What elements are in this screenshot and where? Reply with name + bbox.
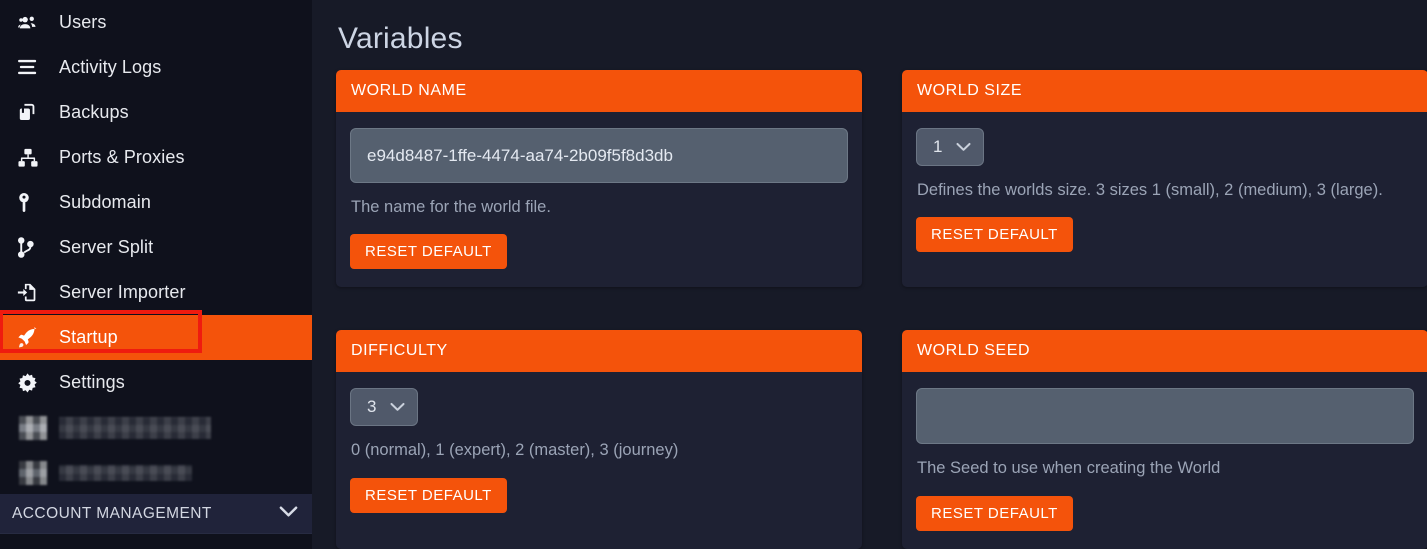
sidebar-item-label: Backups [59, 102, 129, 123]
sidebar-item-label: Activity Logs [59, 57, 161, 78]
redacted-block [19, 416, 47, 440]
card-title: WORLD SEED [902, 330, 1427, 372]
sidebar: Users Activity Logs [0, 0, 312, 549]
variables-grid: WORLD NAME The name for the world file. … [336, 70, 1421, 549]
variable-card-world-size: WORLD SIZE 1 Defines the worlds size. 3 … [902, 70, 1427, 287]
redacted-label [59, 465, 192, 481]
main-content: Variables WORLD NAME The name for the wo… [312, 0, 1427, 549]
sidebar-item-settings[interactable]: Settings [0, 360, 312, 405]
account-management-label: ACCOUNT MANAGEMENT [12, 505, 212, 523]
sidebar-footer [0, 533, 312, 549]
users-icon [17, 12, 47, 34]
card-body: The Seed to use when creating the World … [902, 372, 1427, 548]
page-title: Variables [338, 22, 1421, 56]
card-help-text: Defines the worlds size. 3 sizes 1 (smal… [917, 179, 1414, 202]
chevron-down-icon [956, 142, 971, 152]
reset-default-button[interactable]: RESET DEFAULT [916, 217, 1073, 252]
card-body: 1 Defines the worlds size. 3 sizes 1 (sm… [902, 112, 1427, 270]
account-management-section[interactable]: ACCOUNT MANAGEMENT [0, 494, 312, 533]
sidebar-nav: Users Activity Logs [0, 0, 312, 494]
variable-card-world-name: WORLD NAME The name for the world file. … [336, 70, 862, 287]
select-value: 3 [367, 397, 376, 417]
rocket-icon [17, 327, 47, 349]
list-lines-icon [17, 57, 47, 79]
reset-default-button[interactable]: RESET DEFAULT [350, 478, 507, 513]
code-branch-icon [17, 237, 47, 259]
card-body: 3 0 (normal), 1 (expert), 2 (master), 3 … [336, 372, 862, 530]
sidebar-item-startup[interactable]: Startup [0, 315, 312, 360]
variable-card-world-seed: WORLD SEED The Seed to use when creating… [902, 330, 1427, 548]
world-seed-input[interactable] [916, 388, 1414, 444]
card-help-text: The Seed to use when creating the World [917, 457, 1414, 480]
card-title: DIFFICULTY [336, 330, 862, 372]
sidebar-item-server-importer[interactable]: Server Importer [0, 270, 312, 315]
card-body: The name for the world file. RESET DEFAU… [336, 112, 862, 287]
sidebar-item-label: Ports & Proxies [59, 147, 185, 168]
sidebar-item-label: Users [59, 12, 107, 33]
sidebar-item-backups[interactable]: Backups [0, 90, 312, 135]
world-size-select[interactable]: 1 [916, 128, 984, 166]
card-help-text: The name for the world file. [351, 196, 848, 219]
chevron-down-icon [390, 402, 405, 412]
select-value: 1 [933, 137, 942, 157]
redacted-block [19, 461, 47, 485]
sidebar-item-label: Startup [59, 327, 118, 348]
network-nodes-icon [17, 147, 47, 169]
difficulty-select[interactable]: 3 [350, 388, 418, 426]
card-title: WORLD SIZE [902, 70, 1427, 112]
sidebar-item-label: Settings [59, 372, 125, 393]
variable-card-difficulty: DIFFICULTY 3 0 (normal), 1 (expert), 2 (… [336, 330, 862, 548]
redacted-label [59, 417, 211, 439]
sidebar-item-redacted-2[interactable] [0, 450, 312, 494]
sidebar-item-ports-proxies[interactable]: Ports & Proxies [0, 135, 312, 180]
redacted-avatar-icon [17, 462, 47, 484]
redacted-avatar-icon [17, 417, 47, 439]
sidebar-item-label: Server Split [59, 237, 153, 258]
gear-icon [17, 372, 47, 394]
reset-default-button[interactable]: RESET DEFAULT [916, 496, 1073, 531]
sidebar-item-subdomain[interactable]: Subdomain [0, 180, 312, 225]
app-root: Users Activity Logs [0, 0, 1427, 549]
reset-default-button[interactable]: RESET DEFAULT [350, 234, 507, 269]
sidebar-item-label: Subdomain [59, 192, 151, 213]
sidebar-item-users[interactable]: Users [0, 0, 312, 45]
sidebar-item-redacted-1[interactable] [0, 405, 312, 450]
card-help-text: 0 (normal), 1 (expert), 2 (master), 3 (j… [351, 439, 848, 462]
sidebar-item-server-split[interactable]: Server Split [0, 225, 312, 270]
chevron-down-icon [279, 505, 298, 523]
card-title: WORLD NAME [336, 70, 862, 112]
copy-archive-icon [17, 102, 47, 124]
sidebar-item-label: Server Importer [59, 282, 186, 303]
sidebar-item-activity-logs[interactable]: Activity Logs [0, 45, 312, 90]
file-import-icon [17, 282, 47, 304]
map-pin-icon [17, 192, 47, 214]
world-name-input[interactable] [350, 128, 848, 183]
